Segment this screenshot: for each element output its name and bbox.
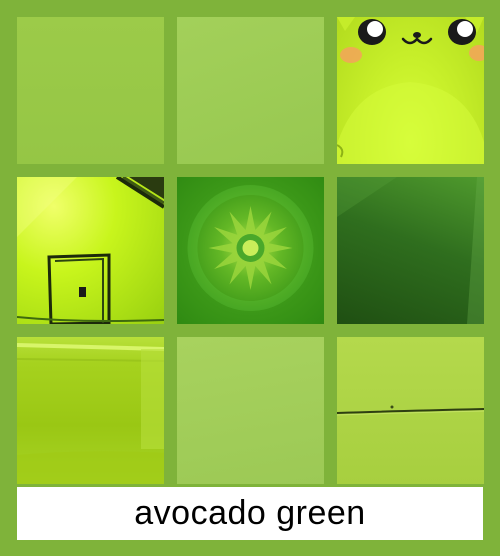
tile-dark-green-canvas <box>337 177 484 324</box>
wood-panel-texture <box>337 405 484 416</box>
floor-area <box>17 451 164 484</box>
panel-nail-icon <box>390 405 394 409</box>
tile-flat-green-swatch <box>17 17 164 164</box>
tile-green-kaleidoscope-star <box>177 177 324 324</box>
cartoon-cat-illustration <box>337 17 484 164</box>
kaleidoscope-pattern <box>187 185 314 311</box>
tile-light-green-paper-swatch <box>177 17 324 164</box>
tile-green-textured-paper <box>177 337 324 484</box>
cat-eye-shine <box>367 21 383 37</box>
cat-mouth <box>401 37 433 45</box>
canvas-texture <box>337 177 484 324</box>
door-knob-icon <box>79 287 86 297</box>
tile-lime-painted-house <box>17 177 164 324</box>
tile-green-painted-wood-panel <box>337 337 484 484</box>
kaleidoscope-center <box>242 240 259 256</box>
cat-nose <box>413 32 421 38</box>
interior-wall-scene <box>17 343 164 484</box>
cat-ear <box>337 17 355 31</box>
caption-text: avocado green <box>134 494 366 532</box>
tile-green-cartoon-cat <box>337 17 484 164</box>
caption-box: avocado green <box>17 487 483 540</box>
canvas-corner-light <box>337 177 397 217</box>
house-ground-line <box>17 316 164 322</box>
color-collage: avocado green <box>0 0 500 556</box>
cat-body <box>337 82 484 164</box>
cat-eye-shine <box>457 21 473 37</box>
house-light <box>17 177 77 237</box>
wall-side-panel <box>141 349 164 449</box>
tile-lime-interior-wall <box>17 337 164 484</box>
cat-blush-right <box>469 45 484 61</box>
cat-blush-left <box>340 47 362 63</box>
canvas-edge-highlight <box>467 177 484 324</box>
painted-house-illustration <box>17 177 164 324</box>
wall-top-edge <box>17 343 164 351</box>
